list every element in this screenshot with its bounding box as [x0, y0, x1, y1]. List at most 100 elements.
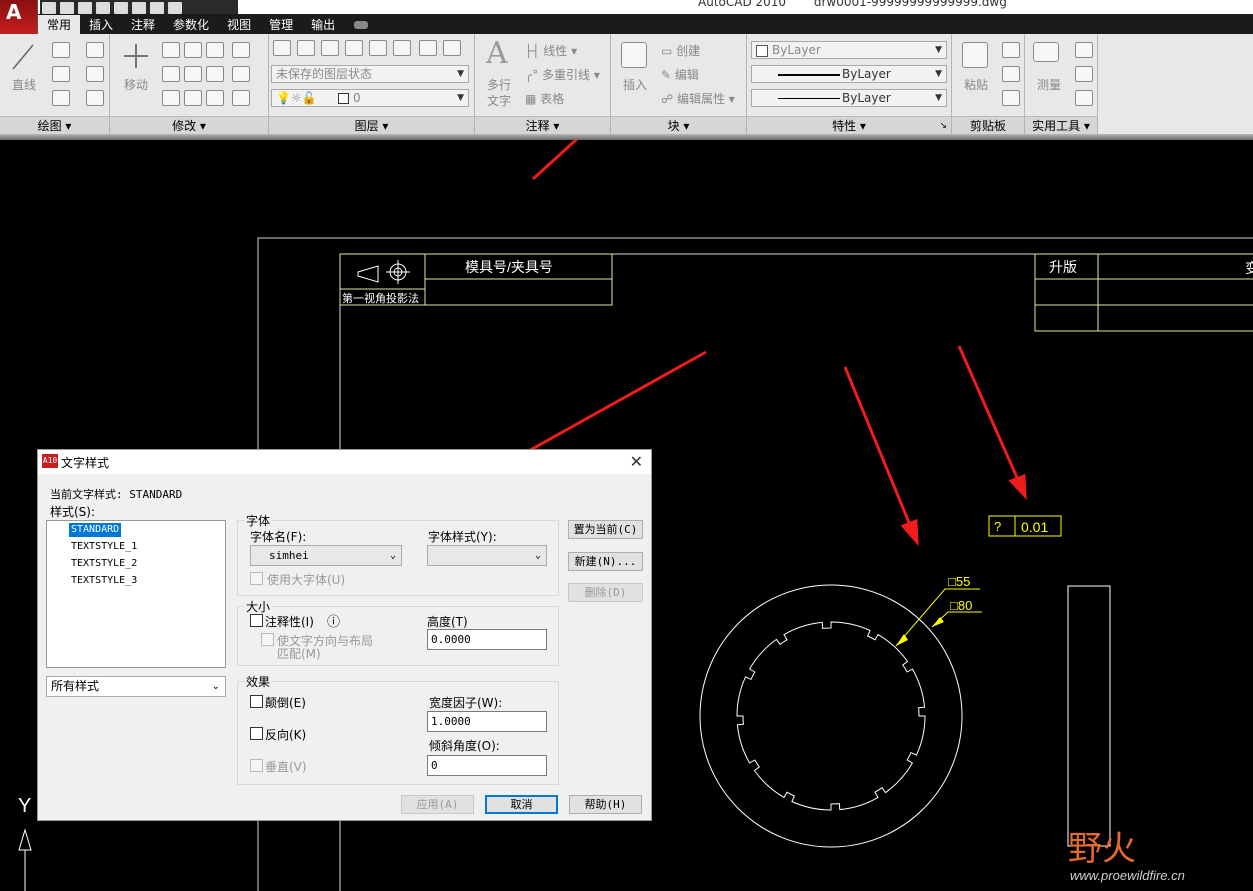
circle-icon[interactable]	[52, 66, 70, 82]
rectangle-icon[interactable]	[86, 66, 104, 82]
oblique-angle-input[interactable]: 0	[427, 755, 547, 776]
help-button[interactable]: 帮助(H)	[569, 795, 642, 814]
upside-down-checkbox[interactable]	[250, 695, 263, 708]
explode-icon[interactable]	[232, 66, 250, 82]
layer-off-icon[interactable]	[443, 40, 461, 56]
qat-dropdown-icon[interactable]	[168, 2, 182, 14]
open-file-icon[interactable]	[60, 2, 74, 14]
quick-select-icon[interactable]	[1075, 42, 1093, 58]
set-current-button[interactable]: 置为当前(C)	[568, 520, 643, 539]
select-all-icon[interactable]	[1075, 66, 1093, 82]
style-list[interactable]: STANDARD TEXTSTYLE_1 TEXTSTYLE_2 TEXTSTY…	[46, 520, 226, 668]
new-file-icon[interactable]	[42, 2, 56, 14]
tab-home[interactable]: 常用	[38, 15, 81, 35]
clipboard-panel-title[interactable]: 剪贴板	[952, 116, 1024, 134]
style-item-standard[interactable]: STANDARD	[69, 523, 122, 537]
scale-icon[interactable]	[162, 90, 180, 106]
style-item[interactable]: TEXTSTYLE_1	[69, 540, 139, 554]
edit-attr-button[interactable]: ☍ 编辑属性 ▾	[661, 90, 735, 107]
tab-view[interactable]: 视图	[218, 15, 260, 35]
copy-icon[interactable]	[162, 42, 180, 58]
style-filter-select[interactable]: 所有样式 ⌄	[46, 676, 226, 697]
arc-icon[interactable]	[86, 42, 104, 58]
info-icon[interactable]: ⓘ	[327, 611, 340, 630]
style-item[interactable]: TEXTSTYLE_3	[69, 574, 139, 588]
layer-match-icon[interactable]	[321, 40, 339, 56]
edit-block-button[interactable]: ✎ 编辑	[661, 66, 699, 83]
redo-icon[interactable]	[114, 2, 128, 14]
save-icon[interactable]	[78, 2, 92, 14]
tab-output[interactable]: 输出	[302, 15, 344, 35]
layer-properties-icon[interactable]	[273, 40, 291, 56]
delete-style-button[interactable]: 删除(D)	[568, 583, 643, 602]
close-icon[interactable]: ✕	[630, 452, 643, 471]
modify-panel-title[interactable]: 修改 ▾	[110, 116, 268, 134]
block-panel-title[interactable]: 块 ▾	[611, 116, 746, 134]
rotate-icon[interactable]	[184, 42, 202, 58]
new-style-button[interactable]: 新建(N)...	[568, 552, 643, 571]
annotation-panel-title[interactable]: 注释 ▾	[475, 116, 610, 134]
tab-manage[interactable]: 管理	[260, 15, 302, 35]
annotative-checkbox[interactable]	[250, 614, 263, 627]
layer-panel-title[interactable]: 图层 ▾	[269, 116, 474, 134]
layer-state-dropdown[interactable]: 未保存的图层状态 ▼	[271, 65, 469, 83]
undo-icon[interactable]	[96, 2, 110, 14]
trim-icon[interactable]	[206, 42, 224, 58]
measure-icon[interactable]	[1033, 42, 1059, 62]
draw-panel-title[interactable]: 绘图 ▾	[0, 116, 109, 134]
mleader-button[interactable]: ╭° 多重引线 ▾	[525, 66, 600, 83]
create-block-button[interactable]: ▭ 创建	[661, 42, 700, 59]
color-dropdown[interactable]: ByLayer ▼	[751, 41, 947, 59]
linetype-dropdown[interactable]: ByLayer ▼	[751, 65, 947, 83]
print-preview-icon[interactable]	[150, 2, 164, 14]
ellipse-icon[interactable]	[52, 90, 70, 106]
layer-unisolate-icon[interactable]	[393, 40, 411, 56]
copy-clip-icon[interactable]	[1002, 66, 1020, 82]
font-style-select[interactable]: ⌄	[427, 545, 547, 566]
apply-button[interactable]: 应用(A)	[401, 795, 474, 814]
insert-block-icon[interactable]	[621, 42, 647, 68]
chamfer-icon[interactable]	[232, 90, 250, 106]
application-menu-button[interactable]: A	[0, 0, 38, 34]
calculator-icon[interactable]	[1075, 90, 1093, 106]
properties-panel-title[interactable]: 特性 ▾ ↘	[747, 116, 951, 134]
vertical-checkbox[interactable]	[250, 759, 263, 772]
array-icon[interactable]	[184, 90, 202, 106]
layer-previous-icon[interactable]	[345, 40, 363, 56]
paste-icon[interactable]	[962, 42, 988, 68]
layer-isolate-icon[interactable]	[369, 40, 387, 56]
lineweight-dropdown[interactable]: ByLayer ▼	[751, 89, 947, 107]
properties-launcher-icon[interactable]: ↘	[939, 117, 947, 135]
line-tool-icon[interactable]	[10, 42, 36, 72]
backwards-checkbox[interactable]	[250, 727, 263, 740]
layer-dropdown[interactable]: 💡☼🔓 0 ▼	[271, 89, 469, 107]
layer-freeze-icon[interactable]	[419, 40, 437, 56]
height-input[interactable]: 0.0000	[427, 629, 547, 650]
bigfont-checkbox[interactable]	[250, 572, 263, 585]
mirror-icon[interactable]	[206, 66, 224, 82]
tab-annotate[interactable]: 注释	[122, 15, 164, 35]
erase-icon[interactable]	[232, 42, 250, 58]
minimize-ribbon-icon[interactable]	[354, 20, 369, 29]
cut-icon[interactable]	[1002, 42, 1020, 58]
layer-state-icon[interactable]	[297, 40, 315, 56]
utilities-panel-title[interactable]: 实用工具 ▾	[1025, 116, 1097, 134]
font-name-select[interactable]: simhei ⌄	[250, 545, 402, 566]
table-button[interactable]: ▦ 表格	[525, 90, 564, 107]
cancel-button[interactable]: 取消	[485, 795, 558, 814]
style-item[interactable]: TEXTSTYLE_2	[69, 557, 139, 571]
fillet-icon[interactable]	[184, 66, 202, 82]
move-icon[interactable]	[122, 42, 150, 70]
width-factor-input[interactable]: 1.0000	[427, 711, 547, 732]
linear-dim-button[interactable]: ├┤ 线性 ▾	[525, 42, 577, 59]
hatch-icon[interactable]	[86, 90, 104, 106]
tab-insert[interactable]: 插入	[80, 15, 122, 35]
mtext-icon[interactable]: A	[486, 36, 508, 71]
polyline-icon[interactable]	[52, 42, 70, 58]
tab-parametric[interactable]: 参数化	[164, 15, 218, 35]
match-orientation-checkbox[interactable]	[261, 633, 274, 646]
plot-icon[interactable]	[132, 2, 146, 14]
offset-icon[interactable]	[206, 90, 224, 106]
match-properties-icon[interactable]	[1002, 90, 1020, 106]
stretch-icon[interactable]	[162, 66, 180, 82]
